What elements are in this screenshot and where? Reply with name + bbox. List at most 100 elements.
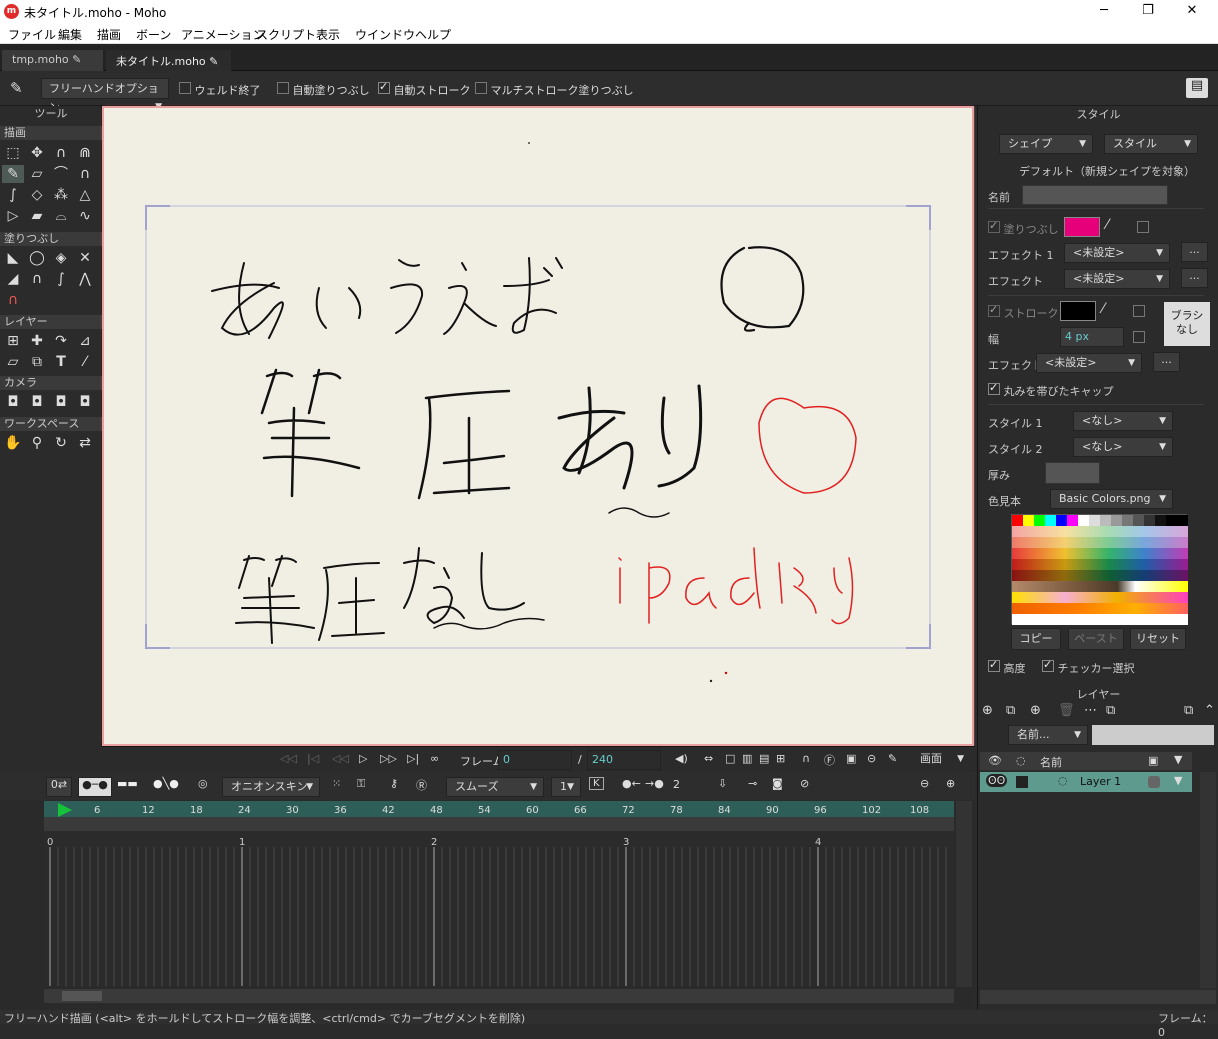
fill-checkbox[interactable] <box>988 219 1000 233</box>
layer-settings-icon[interactable]: ⧉ <box>1106 703 1115 718</box>
fx-box-icon[interactable]: ▣ <box>846 752 856 765</box>
total-frames-field[interactable]: 240 <box>587 750 661 770</box>
checker-option[interactable]: チェッカー選択 <box>1042 658 1135 676</box>
layer-name-dropdown[interactable]: 名前... <box>1008 725 1088 745</box>
layer-trajectory-icon[interactable]: ⧉ <box>26 353 48 371</box>
step-back-start-icon[interactable]: |◁ <box>307 752 319 765</box>
style-dropdown[interactable]: スタイル <box>1104 134 1198 154</box>
color-swatch-palette[interactable] <box>1011 514 1188 625</box>
step-back-icon[interactable]: ◁◁ <box>332 752 349 765</box>
layer-lock-toggle[interactable] <box>1016 776 1028 788</box>
tab-tmp[interactable]: tmp.moho ✎ <box>2 50 104 71</box>
menu-draw[interactable]: 描画 <box>97 26 121 43</box>
style2-dropdown[interactable]: <なし> <box>1073 437 1173 457</box>
copy-button[interactable]: コピー <box>1011 628 1061 650</box>
smooth-dropdown[interactable]: スムーズ <box>446 777 544 797</box>
style1-dropdown[interactable]: <なし> <box>1073 411 1173 431</box>
layer-menu-icon[interactable]: ⋯ <box>1084 703 1097 718</box>
swatch-dropdown[interactable]: Basic Colors.png <box>1050 489 1173 509</box>
rewind-icon[interactable]: ◁◁ <box>280 752 297 765</box>
loop-icon[interactable]: ∞ <box>430 752 439 765</box>
new-layer-icon[interactable]: ⊕ <box>982 703 993 718</box>
blob-brush-icon[interactable]: ∫ <box>2 186 24 204</box>
layers-vscroll[interactable] <box>1200 772 1216 988</box>
chevron-down-icon[interactable]: ▼ <box>1174 753 1182 766</box>
effect1-dropdown[interactable]: <未設定> <box>1064 243 1170 263</box>
bookmark-icon[interactable]: ⇩ <box>718 777 727 790</box>
fit-icon[interactable]: ⇔ <box>704 752 713 765</box>
create-shape-icon[interactable]: ◯ <box>26 249 48 267</box>
reset-button[interactable]: リセット <box>1130 628 1186 650</box>
step-forward-key-icon[interactable]: →● <box>645 777 664 790</box>
auto-stroke-checkbox[interactable] <box>378 80 390 94</box>
minimize-button[interactable]: ─ <box>1084 0 1124 23</box>
menu-help[interactable]: ヘルプ <box>415 26 451 43</box>
zoom-in-icon[interactable]: ⊕ <box>946 777 955 790</box>
eyedropper-icon[interactable]: ⁄ <box>74 353 96 371</box>
freehand-icon[interactable]: ✎ <box>2 165 24 183</box>
camera-key-icon[interactable]: ◙ <box>772 777 783 790</box>
paint-bucket-icon[interactable]: ◈ <box>50 249 72 267</box>
split-horizontal-icon[interactable]: ▤ <box>759 752 769 765</box>
zoom-out-icon[interactable]: ⊖ <box>920 777 929 790</box>
layers-hscroll[interactable] <box>980 990 1216 1004</box>
step-forward-icon[interactable]: ▷▷ <box>380 752 397 765</box>
thickness-field[interactable] <box>1045 462 1100 484</box>
shear-layer-icon[interactable]: ▱ <box>2 353 24 371</box>
brush-button[interactable]: ブラシ なし <box>1164 302 1210 346</box>
zoom-camera-icon[interactable]: ◘ <box>26 393 48 411</box>
scale-layer-icon[interactable]: ⊿ <box>74 332 96 350</box>
delete-edge-icon[interactable]: ▷ <box>2 207 24 225</box>
key-a-icon[interactable]: ⚿ <box>357 777 365 791</box>
multi-stroke-fill-option[interactable]: マルチストローク塗りつぶし <box>475 82 634 98</box>
timeline-tracks[interactable]: 0 1 2 3 4 <box>44 831 954 986</box>
maximize-button[interactable]: ❐ <box>1128 0 1168 23</box>
transform-layer-icon[interactable]: ✚ <box>26 332 48 350</box>
multi-stroke-fill-checkbox[interactable] <box>475 82 487 94</box>
eye-icon[interactable]: ʘʘ <box>986 774 1008 787</box>
delete-shape-icon[interactable]: ✕ <box>74 249 96 267</box>
round-cap-checkbox[interactable] <box>988 381 1000 395</box>
stroke-color-swatch[interactable] <box>1060 301 1096 321</box>
fx-icon[interactable]: Ⓕ <box>824 752 835 768</box>
set-origin-icon[interactable]: ⊞ <box>2 332 24 350</box>
k-icon[interactable]: K <box>589 777 604 790</box>
menu-view[interactable]: 表示 <box>316 26 340 43</box>
scatter-icon[interactable]: ⁂ <box>50 186 72 204</box>
weld-end-checkbox[interactable] <box>179 82 191 94</box>
line-width-icon[interactable]: ◢ <box>2 270 24 288</box>
effect1-more-button[interactable]: ... <box>1181 242 1208 262</box>
keyframe-interp-icon[interactable]: ●─● <box>78 777 112 797</box>
hscroll-thumb[interactable] <box>62 991 102 1001</box>
shear-icon[interactable]: ▰ <box>26 207 48 225</box>
orbit-workspace-icon[interactable]: ⇄ <box>74 434 96 452</box>
color-points-icon[interactable]: ∩ <box>2 291 24 309</box>
scroll-up-icon[interactable]: ⌃ <box>1204 703 1215 718</box>
rotate-layer-icon[interactable]: ↷ <box>50 332 72 350</box>
delete-layer-icon[interactable]: 🗑 <box>1058 703 1075 718</box>
width-option-checkbox[interactable] <box>1133 331 1145 343</box>
split-view-icon[interactable]: ▥ <box>742 752 752 765</box>
smooth-value-dropdown[interactable]: 1 <box>551 777 581 797</box>
hierarchy-icon[interactable]: ⊸ <box>748 777 757 790</box>
effect3-dropdown[interactable]: <未設定> <box>1036 353 1142 373</box>
stroke-toggle[interactable]: ストローク <box>988 303 1059 321</box>
advanced-option[interactable]: 高度 <box>988 658 1026 676</box>
zoom-icon[interactable]: ⚲ <box>26 434 48 452</box>
volume-icon[interactable]: ◀) <box>675 752 688 765</box>
draw-mode-icon[interactable]: ✎ <box>888 752 897 765</box>
hand-icon[interactable]: ✋ <box>2 434 24 452</box>
auto-fill-option[interactable]: 自動塗りつぶし <box>277 82 370 98</box>
text-icon[interactable]: T <box>50 353 72 371</box>
ruler-icon[interactable]: ⊘ <box>800 777 809 790</box>
effect3-more-button[interactable]: ... <box>1153 352 1180 372</box>
fill-toggle[interactable]: 塗りつぶし <box>988 219 1059 237</box>
select-shape-icon[interactable]: ◣ <box>2 249 24 267</box>
weld-end-option[interactable]: ウェルド終了 <box>179 82 261 98</box>
fill-option-checkbox[interactable] <box>1137 221 1149 233</box>
onion-view-icon[interactable]: ⊝ <box>867 752 876 765</box>
layer-mode-icon[interactable]: ▬▬ <box>117 777 147 797</box>
select-points-icon[interactable]: ⬚ <box>2 144 24 162</box>
menu-edit[interactable]: 編集 <box>58 26 82 43</box>
step-back-key-icon[interactable]: ●← <box>622 777 641 790</box>
